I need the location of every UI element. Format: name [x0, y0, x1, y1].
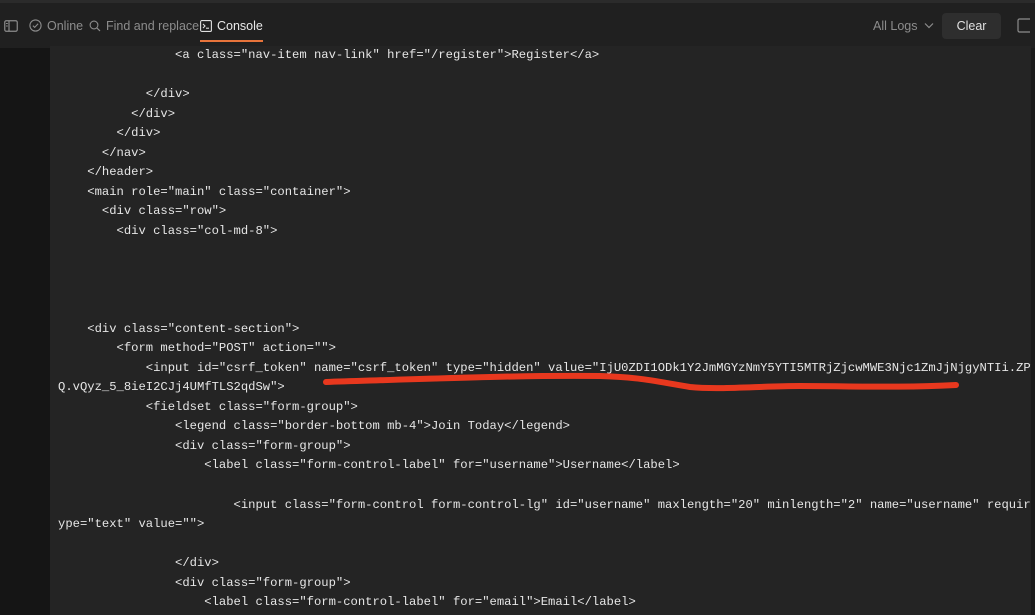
- console-line: ype="text" value="">: [58, 517, 205, 532]
- check-circle-icon: [29, 19, 42, 32]
- console-log: <a class="nav-item nav-link" href="/regi…: [58, 46, 1035, 613]
- terminal-icon: [200, 19, 212, 32]
- console-line: <input id="csrf_token" name="csrf_token"…: [58, 360, 1035, 375]
- sidebar-toggle-button[interactable]: [4, 3, 18, 48]
- online-label: Online: [47, 18, 84, 33]
- console-line: </div>: [58, 106, 176, 121]
- clear-button[interactable]: Clear: [942, 13, 1001, 39]
- console-line: <form method="POST" action="">: [58, 341, 336, 356]
- console-line: </div>: [58, 556, 219, 571]
- log-level-dropdown[interactable]: All Logs: [873, 3, 934, 48]
- console-line: Q.vQyz_5_8ieI2CJj4UMfTLS2qdSw">: [58, 380, 285, 395]
- console-tab-label: Console: [217, 18, 263, 33]
- console-line: <div class="col-md-8">: [58, 223, 278, 238]
- console-line: <div class="form-group">: [58, 438, 351, 453]
- active-tab-indicator: [200, 40, 263, 42]
- console-line: <div class="content-section">: [58, 321, 300, 336]
- console-line: <main role="main" class="container">: [58, 184, 351, 199]
- console-line: <label class="form-control-label" for="e…: [58, 595, 636, 610]
- chevron-down-icon: [925, 23, 934, 29]
- console-line: </div>: [58, 87, 190, 102]
- left-gutter: [0, 48, 50, 615]
- log-level-label: All Logs: [873, 18, 918, 33]
- console-output[interactable]: <a class="nav-item nav-link" href="/regi…: [50, 46, 1035, 615]
- console-line: </nav>: [58, 145, 146, 160]
- console-toolbar: Online Find and replace Console All Logs…: [0, 0, 1035, 48]
- panel-edge-icon: [1017, 18, 1030, 33]
- console-line: <div class="form-group">: [58, 575, 351, 590]
- console-line: <div class="row">: [58, 204, 227, 219]
- console-line: <legend class="border-bottom mb-4">Join …: [58, 419, 570, 434]
- online-status[interactable]: Online: [29, 3, 83, 48]
- console-line: <input class="form-control form-control-…: [58, 497, 1035, 512]
- console-line: </header>: [58, 165, 154, 180]
- console-line: <fieldset class="form-group">: [58, 399, 358, 414]
- console-line: </div>: [58, 126, 161, 141]
- console-line: <a class="nav-item nav-link" href="/regi…: [58, 48, 600, 62]
- find-replace-button[interactable]: Find and replace: [89, 3, 199, 48]
- sidebar-toggle-icon: [4, 19, 18, 32]
- tab-console[interactable]: Console: [200, 3, 263, 48]
- search-icon: [89, 20, 101, 31]
- console-scrollbar[interactable]: [1031, 48, 1035, 615]
- console-line: <label class="form-control-label" for="u…: [58, 458, 680, 473]
- find-replace-label: Find and replace: [106, 18, 200, 33]
